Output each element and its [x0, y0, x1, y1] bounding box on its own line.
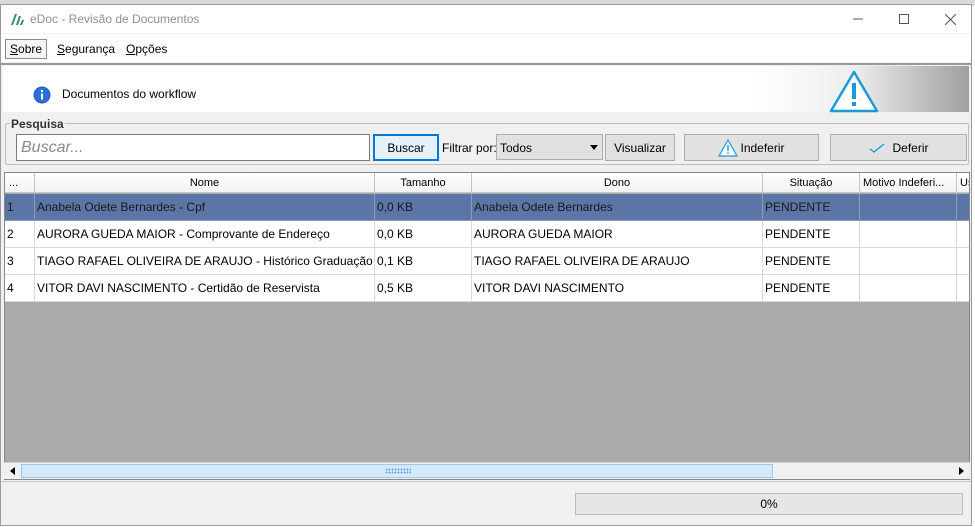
progress-label: 0%	[760, 497, 778, 511]
maximize-button[interactable]	[881, 5, 927, 33]
scroll-left-button[interactable]	[5, 464, 21, 478]
approve-button-label: Deferir	[892, 140, 929, 155]
scroll-right-button[interactable]	[953, 464, 969, 478]
banner-title: Documentos do workflow	[62, 87, 197, 101]
chevron-right-icon	[959, 467, 964, 475]
column-header-nome[interactable]: Nome	[35, 173, 375, 193]
maximize-icon	[899, 14, 909, 24]
row-us	[957, 194, 969, 221]
filter-select-value: Todos	[500, 141, 533, 155]
minimize-button[interactable]	[835, 5, 881, 33]
row-index: 2	[5, 221, 35, 248]
menu-separator	[1, 63, 971, 65]
row-nome: Anabela Odete Bernardes - Cpf	[35, 194, 375, 221]
chevron-down-icon	[590, 145, 598, 150]
column-header-motivo[interactable]: Motivo Indeferi...	[860, 173, 957, 193]
horizontal-scrollbar[interactable]	[4, 462, 970, 479]
app-window: eDoc - Revisão de Documentos Sobre Segur…	[0, 4, 972, 526]
edoc-logo-icon	[11, 14, 24, 25]
menu-opcoes[interactable]: Opções	[122, 39, 171, 59]
menu-sobre[interactable]: Sobre	[5, 39, 48, 59]
window-title: eDoc - Revisão de Documentos	[30, 12, 200, 26]
row-nome: TIAGO RAFAEL OLIVEIRA DE ARAUJO - Histór…	[35, 248, 375, 275]
approve-button[interactable]: Deferir	[830, 134, 967, 161]
warning-icon	[718, 138, 739, 157]
row-index: 4	[5, 275, 35, 302]
row-us	[957, 275, 969, 302]
row-tamanho: 0,5 KB	[375, 275, 472, 302]
row-us	[957, 248, 969, 275]
close-icon	[944, 13, 956, 25]
row-motivo	[860, 194, 957, 221]
info-icon	[33, 86, 51, 104]
warning-icon	[829, 70, 879, 113]
filter-label: Filtrar por:	[442, 141, 497, 155]
row-dono: AURORA GUEDA MAIOR	[472, 221, 763, 248]
progress-bar: 0%	[575, 493, 963, 515]
row-motivo	[860, 275, 957, 302]
check-icon	[870, 142, 885, 153]
row-situacao: PENDENTE	[763, 221, 860, 248]
row-dono: Anabela Odete Bernardes	[472, 194, 763, 221]
minimize-icon	[853, 18, 863, 20]
scrollbar-thumb[interactable]	[21, 464, 773, 478]
row-tamanho: 0,1 KB	[375, 248, 472, 275]
column-header-us[interactable]: Us	[957, 173, 969, 193]
table-row[interactable]: 2 AURORA GUEDA MAIOR - Comprovante de En…	[5, 221, 969, 248]
menu-seguranca[interactable]: Segurança	[53, 39, 119, 59]
column-header-dono[interactable]: Dono	[472, 173, 763, 193]
search-input[interactable]	[16, 134, 370, 161]
row-situacao: PENDENTE	[763, 194, 860, 221]
row-nome: VITOR DAVI NASCIMENTO - Certidão de Rese…	[35, 275, 375, 302]
row-us	[957, 221, 969, 248]
reject-button[interactable]: Indeferir	[684, 134, 819, 161]
row-index: 3	[5, 248, 35, 275]
table-row[interactable]: 1 Anabela Odete Bernardes - Cpf 0,0 KB A…	[5, 194, 969, 221]
status-separator	[1, 481, 971, 482]
table-row[interactable]: 4 VITOR DAVI NASCIMENTO - Certidão de Re…	[5, 275, 969, 302]
row-situacao: PENDENTE	[763, 248, 860, 275]
menu-bar: Sobre Segurança Opções	[1, 34, 971, 62]
reject-button-label: Indeferir	[740, 140, 785, 155]
row-dono: VITOR DAVI NASCIMENTO	[472, 275, 763, 302]
row-dono: TIAGO RAFAEL OLIVEIRA DE ARAUJO	[472, 248, 763, 275]
column-header-index[interactable]: ...	[5, 173, 35, 193]
row-situacao: PENDENTE	[763, 275, 860, 302]
row-nome: AURORA GUEDA MAIOR - Comprovante de Ende…	[35, 221, 375, 248]
column-header-tamanho[interactable]: Tamanho	[375, 173, 472, 193]
grid-header: ... Nome Tamanho Dono Situação Motivo In…	[5, 173, 969, 194]
row-tamanho: 0,0 KB	[375, 221, 472, 248]
row-motivo	[860, 221, 957, 248]
search-button[interactable]: Buscar	[373, 134, 439, 161]
column-header-situacao[interactable]: Situação	[763, 173, 860, 193]
row-index: 1	[5, 194, 35, 221]
row-tamanho: 0,0 KB	[375, 194, 472, 221]
view-button[interactable]: Visualizar	[605, 134, 675, 161]
close-button[interactable]	[927, 5, 973, 33]
filter-select[interactable]: Todos	[496, 134, 603, 160]
chevron-left-icon	[10, 467, 15, 475]
scrollbar-grip	[385, 468, 411, 474]
title-bar[interactable]: eDoc - Revisão de Documentos	[1, 5, 971, 33]
documents-grid[interactable]: ... Nome Tamanho Dono Situação Motivo In…	[4, 172, 970, 480]
table-row[interactable]: 3 TIAGO RAFAEL OLIVEIRA DE ARAUJO - Hist…	[5, 248, 969, 275]
row-motivo	[860, 248, 957, 275]
search-group-title: Pesquisa	[10, 117, 65, 131]
